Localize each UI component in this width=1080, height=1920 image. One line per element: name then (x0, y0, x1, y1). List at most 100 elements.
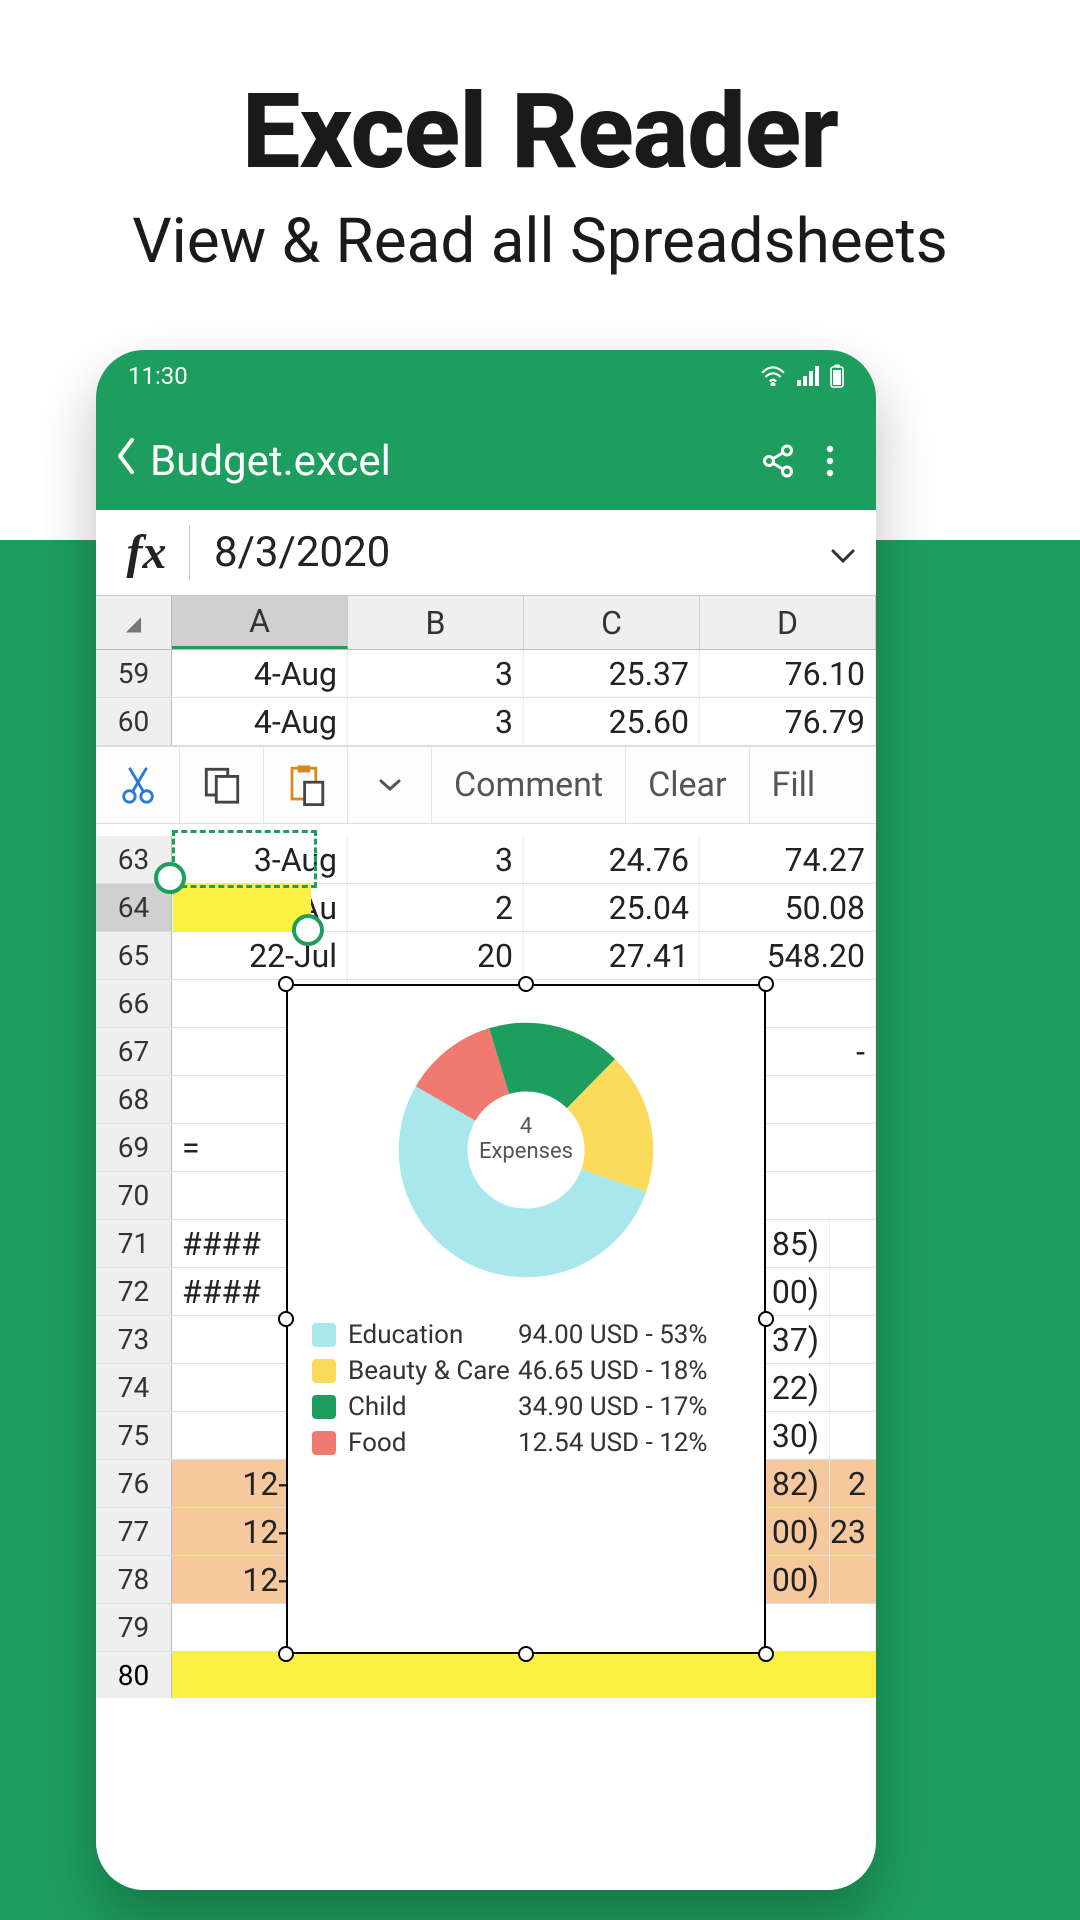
cell[interactable]: 74.27 (700, 836, 876, 883)
cell[interactable] (830, 1364, 876, 1411)
paste-button[interactable] (264, 747, 348, 823)
row-header[interactable]: 80 (96, 1652, 172, 1698)
formula-bar[interactable]: fx 8/3/2020 (96, 510, 876, 596)
cell[interactable] (830, 1220, 876, 1267)
hero-subtitle: View & Read all Spreadsheets (0, 205, 1080, 278)
column-header-d[interactable]: D (700, 596, 876, 649)
legend-name: Food (348, 1428, 518, 1458)
cell[interactable] (830, 1268, 876, 1315)
legend-value: 94.00 USD - 53% (518, 1320, 707, 1350)
formula-value[interactable]: 8/3/2020 (190, 528, 830, 577)
row-header[interactable]: 73 (96, 1316, 172, 1363)
chart-handle[interactable] (758, 1311, 774, 1327)
table-row[interactable]: 594-Aug325.3776.10 (96, 650, 876, 698)
legend-item: Food12.54 USD - 12% (312, 1428, 740, 1458)
chart-handle[interactable] (758, 1646, 774, 1662)
app-bar: Budget.excel (96, 402, 876, 510)
column-header-c[interactable]: C (524, 596, 700, 649)
hero: Excel Reader View & Read all Spreadsheet… (0, 0, 1080, 278)
chart-handle[interactable] (518, 1646, 534, 1662)
document-title: Budget.excel (150, 437, 756, 486)
row-header[interactable]: 60 (96, 698, 172, 745)
cell[interactable]: 548.20 (700, 932, 876, 979)
row-header[interactable]: 67 (96, 1028, 172, 1075)
chart-handle[interactable] (278, 976, 294, 992)
cell[interactable]: 76.79 (700, 698, 876, 745)
cell[interactable]: 2 (830, 1460, 876, 1507)
cell[interactable]: 3 (348, 650, 524, 697)
chart-object[interactable]: 4 Expenses Education94.00 USD - 53%Beaut… (286, 984, 766, 1654)
battery-icon (830, 364, 844, 388)
row-header[interactable]: 75 (96, 1412, 172, 1459)
legend-swatch (312, 1359, 336, 1383)
column-header-a[interactable]: A (172, 596, 348, 649)
cell[interactable]: 25.04 (524, 884, 700, 931)
chart-handle[interactable] (278, 1646, 294, 1662)
cut-button[interactable] (96, 747, 180, 823)
table-row[interactable]: 633-Aug324.7674.27 (96, 836, 876, 884)
fill-button[interactable]: Fill (750, 747, 838, 823)
formula-expand[interactable] (830, 533, 856, 573)
cell[interactable]: 22-Jul (172, 932, 348, 979)
row-header[interactable]: 70 (96, 1172, 172, 1219)
cell[interactable]: 4-Aug (172, 650, 348, 697)
spreadsheet-body[interactable]: 633-Aug324.7674.27643-Au225.0450.086522-… (96, 836, 876, 1652)
row-header[interactable]: 66 (96, 980, 172, 1027)
selection-handle-br[interactable] (292, 914, 324, 946)
cell[interactable] (830, 1412, 876, 1459)
legend-swatch (312, 1431, 336, 1455)
cell[interactable]: 4-Aug (172, 698, 348, 745)
context-toolbar: Comment Clear Fill (96, 746, 876, 824)
share-button[interactable] (756, 439, 800, 483)
cell[interactable]: 3-Aug (172, 836, 348, 883)
row-header[interactable]: 78 (96, 1556, 172, 1603)
chart-handle[interactable] (518, 976, 534, 992)
select-all-corner[interactable]: ◢ (96, 596, 172, 649)
clear-button[interactable]: Clear (626, 747, 749, 823)
phone-frame: 11:30 Budget.excel fx 8/3/2020 ◢ A B C D… (96, 350, 876, 1890)
row-header[interactable]: 74 (96, 1364, 172, 1411)
row-header[interactable]: 77 (96, 1508, 172, 1555)
row-header[interactable]: 65 (96, 932, 172, 979)
more-menu-button[interactable] (808, 439, 852, 483)
row-header[interactable]: 68 (96, 1076, 172, 1123)
cell[interactable]: 25.37 (524, 650, 700, 697)
table-row[interactable]: 6522-Jul2027.41548.20 (96, 932, 876, 980)
row-header[interactable]: 69 (96, 1124, 172, 1171)
row-header[interactable]: 72 (96, 1268, 172, 1315)
cell[interactable]: 20 (348, 932, 524, 979)
row-header[interactable]: 76 (96, 1460, 172, 1507)
column-headers: ◢ A B C D (96, 596, 876, 650)
row-header[interactable]: 79 (96, 1604, 172, 1651)
row-header[interactable]: 59 (96, 650, 172, 697)
cell[interactable]: 24.76 (524, 836, 700, 883)
legend-name: Beauty & Care (348, 1356, 518, 1386)
cell[interactable]: 23 (830, 1508, 876, 1555)
row-header[interactable]: 71 (96, 1220, 172, 1267)
wifi-icon (760, 366, 786, 386)
legend-name: Child (348, 1392, 518, 1422)
selection-handle-tl[interactable] (154, 862, 186, 894)
chart-handle[interactable] (758, 976, 774, 992)
legend-item: Child34.90 USD - 17% (312, 1392, 740, 1422)
cell[interactable]: 2 (348, 884, 524, 931)
table-row[interactable]: 604-Aug325.6076.79 (96, 698, 876, 746)
cell[interactable]: 25.60 (524, 698, 700, 745)
comment-button[interactable]: Comment (432, 747, 626, 823)
legend-item: Education94.00 USD - 53% (312, 1320, 740, 1350)
copy-button[interactable] (180, 747, 264, 823)
cell[interactable]: 76.10 (700, 650, 876, 697)
legend-value: 34.90 USD - 17% (518, 1392, 707, 1422)
spreadsheet-rows-top: 594-Aug325.3776.10604-Aug325.6076.79 (96, 650, 876, 746)
signal-icon (796, 366, 820, 386)
more-actions-button[interactable] (348, 747, 432, 823)
chart-handle[interactable] (278, 1311, 294, 1327)
cell[interactable]: 3 (348, 698, 524, 745)
cell[interactable]: 27.41 (524, 932, 700, 979)
column-header-b[interactable]: B (348, 596, 524, 649)
cell[interactable]: 3 (348, 836, 524, 883)
back-button[interactable] (114, 436, 138, 486)
cell[interactable]: 50.08 (700, 884, 876, 931)
cell[interactable] (830, 1556, 876, 1603)
cell[interactable] (830, 1316, 876, 1363)
